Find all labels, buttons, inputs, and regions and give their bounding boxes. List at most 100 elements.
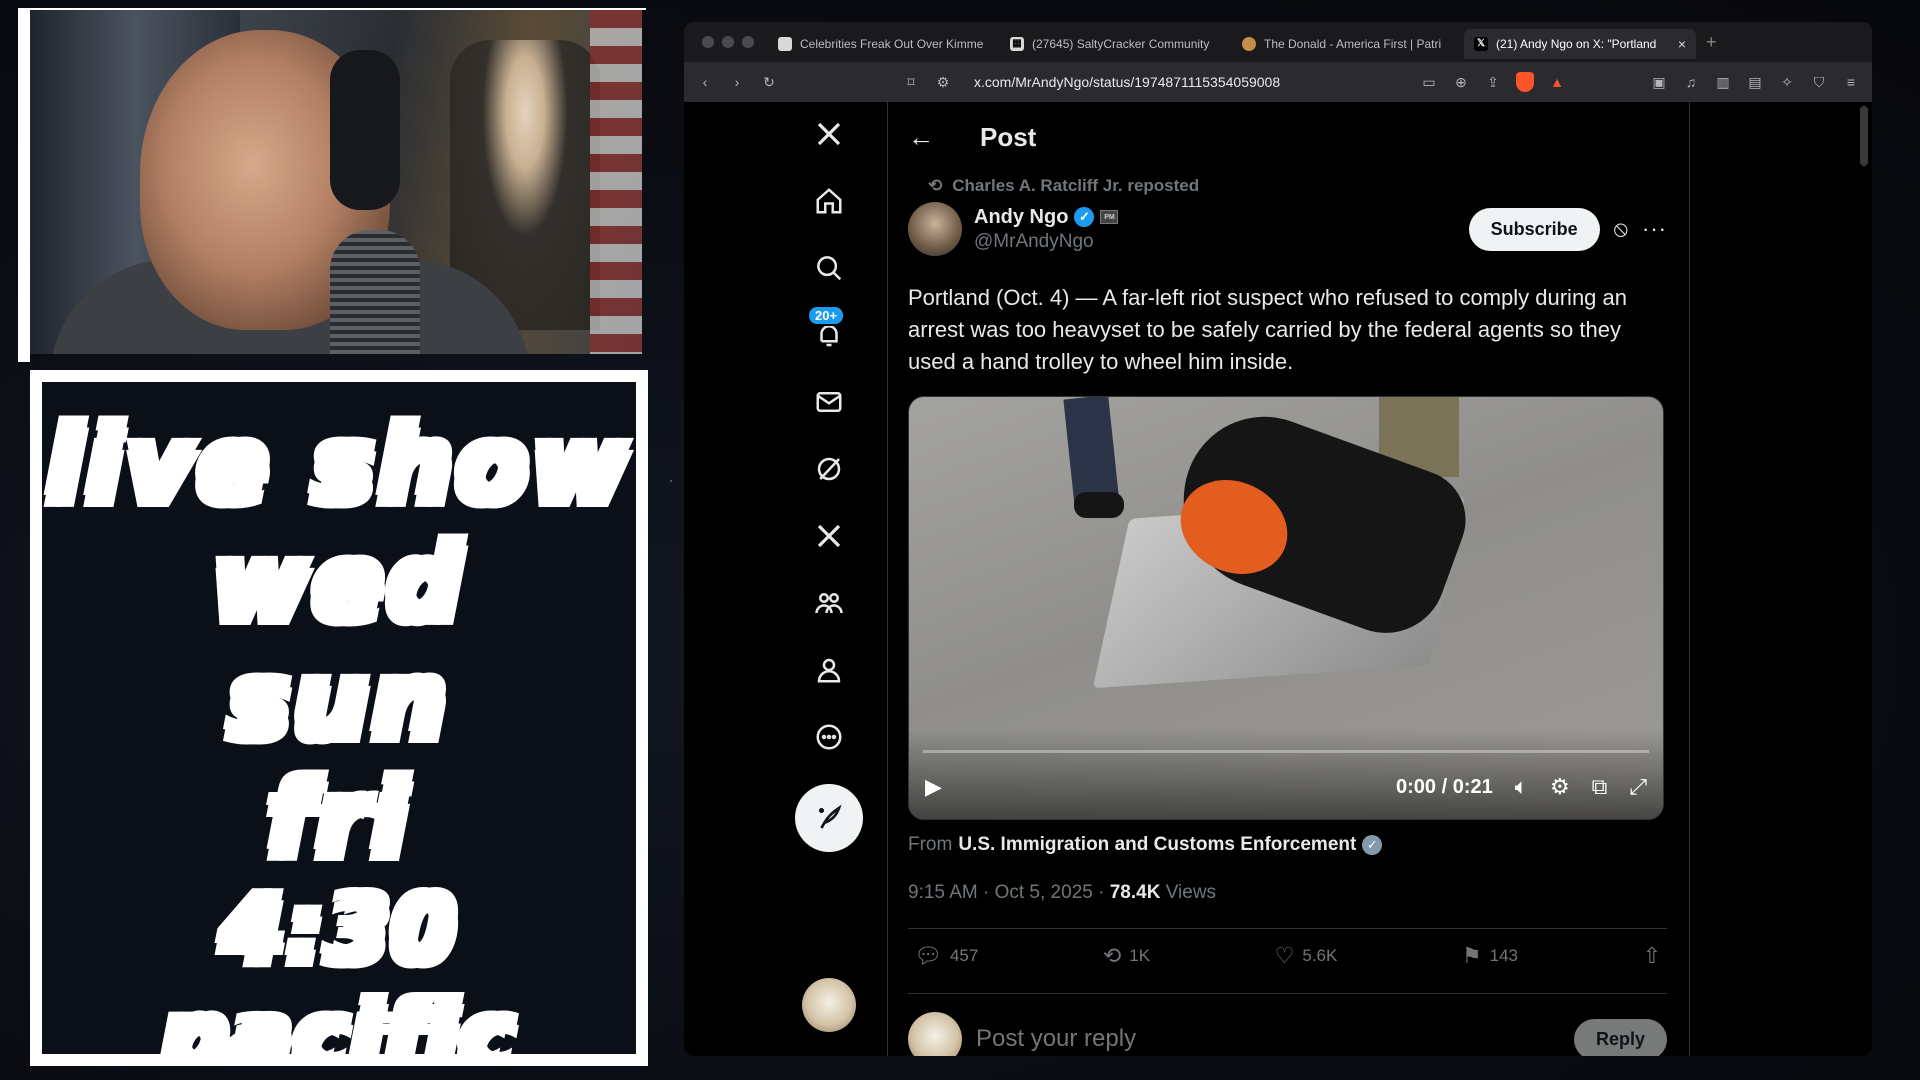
more-circle-icon[interactable] <box>803 711 855 763</box>
tab-saltycracker[interactable]: ▦ (27645) SaltyCracker Community <box>1000 29 1232 59</box>
video-source: From U.S. Immigration and Customs Enforc… <box>908 834 1667 856</box>
x-logo-icon[interactable] <box>803 108 855 160</box>
post-video[interactable]: ▶ 0:00 / 0:21 🔈︎ ⚙ ⧉ ⤢ <box>908 396 1664 820</box>
play-icon[interactable]: ▶ <box>925 774 942 800</box>
cast-icon[interactable]: ▭ <box>1420 73 1438 91</box>
new-tab-button[interactable]: + <box>1706 32 1717 53</box>
window-minimize-button[interactable] <box>722 36 734 48</box>
window-close-button[interactable] <box>702 36 714 48</box>
reply-input[interactable] <box>976 1025 1560 1053</box>
tab-andy-ngo[interactable]: 𝕏 (21) Andy Ngo on X: "Portland × <box>1464 29 1696 59</box>
schedule-line-title: live show <box>45 403 632 528</box>
repost-indicator[interactable]: ⟲ Charles A. Ratcliff Jr. reposted <box>928 176 1689 196</box>
bookmark-action[interactable]: ⚑ 143 <box>1462 943 1518 969</box>
affiliate-badge-icon: PM <box>1100 210 1119 224</box>
profile-icon[interactable] <box>803 644 855 696</box>
repost-icon: ⟲ <box>928 176 943 195</box>
share-icon[interactable]: ⇪ <box>1484 73 1502 91</box>
grid-favicon-icon: ▦ <box>1010 37 1024 51</box>
like-action[interactable]: ♡ 5.6K <box>1275 943 1338 969</box>
reposted-by-label: Charles A. Ratcliff Jr. reposted <box>952 176 1200 195</box>
subscribe-button[interactable]: Subscribe <box>1468 207 1600 251</box>
notifications-badge: 20+ <box>807 305 846 326</box>
notifications-bell-icon[interactable]: 20+ <box>803 305 855 361</box>
sidebar-toggle-icon[interactable]: ▣ <box>1650 73 1668 91</box>
background-star <box>670 480 672 482</box>
post-author: Andy Ngo ✓ PM @MrAndyNgo Subscribe ⦸ ··· <box>908 202 1667 256</box>
address-bar: ‹ › ↻ ⌑ ⚙ x.com/MrAndyNgo/status/1974871… <box>684 62 1872 102</box>
settings-gear-icon[interactable]: ⚙ <box>1550 774 1570 800</box>
divider <box>908 928 1667 929</box>
reply-action[interactable]: 💬︎ 457 <box>914 943 978 969</box>
share-action[interactable]: ⇧ <box>1643 943 1661 969</box>
tab-label: The Donald - America First | Patri <box>1264 37 1442 51</box>
wallet-icon[interactable]: ▤ <box>1746 73 1764 91</box>
tab-thedonald[interactable]: The Donald - America First | Patri <box>1232 29 1464 59</box>
account-avatar[interactable] <box>802 978 856 1032</box>
repost-action[interactable]: ⟲ 1K <box>1103 943 1150 969</box>
repost-arrows-icon: ⟲ <box>1102 943 1122 968</box>
premium-x-icon[interactable] <box>803 510 855 562</box>
from-prefix: From <box>908 834 953 855</box>
x-sidebar-nav: 20+ <box>784 102 874 1056</box>
headphones-icon <box>330 50 400 210</box>
grok-explain-icon[interactable]: ⦸ <box>1614 216 1628 242</box>
post-timestamp[interactable]: 9:15 AM · Oct 5, 2025 · <box>908 882 1110 903</box>
zoom-icon[interactable]: ⊕ <box>1452 73 1470 91</box>
post-meta: 9:15 AM · Oct 5, 2025 · 78.4K Views <box>908 882 1667 904</box>
tab-close-icon[interactable]: × <box>1678 36 1686 52</box>
more-options-icon[interactable]: ··· <box>1642 216 1667 242</box>
site-settings-icon[interactable]: ⚙ <box>934 73 952 91</box>
post-text: Portland (Oct. 4) — A far-left riot susp… <box>908 285 1627 374</box>
schedule-line-day3: fri <box>265 757 412 882</box>
reply-bubble-icon: 💬︎ <box>914 943 942 968</box>
music-icon[interactable]: ♫ <box>1682 73 1700 91</box>
brave-shields-icon[interactable] <box>1516 72 1534 92</box>
reply-composer: Reply <box>908 1012 1667 1056</box>
menu-icon[interactable]: ≡ <box>1842 73 1860 91</box>
messages-envelope-icon[interactable] <box>803 376 855 428</box>
schedule-line-day2: sun <box>227 639 450 764</box>
forward-icon[interactable]: › <box>728 73 746 91</box>
reply-count: 457 <box>949 946 979 965</box>
grok-icon[interactable] <box>803 443 855 495</box>
reply-button[interactable]: Reply <box>1573 1018 1667 1056</box>
views-label: Views <box>1160 882 1217 903</box>
author-avatar[interactable] <box>908 202 962 256</box>
tab-kimmel[interactable]: Celebrities Freak Out Over Kimme <box>768 29 1000 59</box>
fullscreen-icon[interactable]: ⤢ <box>1629 774 1647 800</box>
reader-icon[interactable]: ▥ <box>1714 73 1732 91</box>
search-icon[interactable] <box>803 242 855 294</box>
bookmark-icon[interactable]: ⌑ <box>902 73 920 91</box>
author-actions: Subscribe ⦸ ··· <box>1468 207 1667 251</box>
extensions-icon[interactable]: ✧ <box>1778 73 1796 91</box>
window-zoom-button[interactable] <box>742 36 754 48</box>
tab-label: (27645) SaltyCracker Community <box>1032 37 1210 51</box>
window-controls <box>684 36 768 48</box>
picture-in-picture-icon[interactable]: ⧉ <box>1592 774 1608 800</box>
volume-icon[interactable]: 🔈︎ <box>1515 774 1528 800</box>
communities-icon[interactable] <box>803 577 855 629</box>
url-input[interactable]: x.com/MrAndyNgo/status/19748711153540590… <box>974 74 1280 90</box>
post-header: ← Post <box>888 102 1689 172</box>
video-progress-bar[interactable] <box>923 750 1649 753</box>
author-handle[interactable]: @MrAndyNgo <box>974 231 1118 253</box>
from-source-link[interactable]: U.S. Immigration and Customs Enforcement <box>958 834 1356 856</box>
brave-rewards-icon[interactable]: ▲ <box>1548 73 1566 91</box>
stream-canvas: live show wed sun fri 4:30 pacific Celeb… <box>0 0 1920 1080</box>
tab-label: (21) Andy Ngo on X: "Portland <box>1496 37 1657 51</box>
page-scrollbar[interactable] <box>1860 106 1868 166</box>
vpn-icon[interactable]: ⛉ <box>1810 73 1828 91</box>
schedule-line-time: 4:30 pacific <box>160 875 517 1056</box>
home-icon[interactable] <box>803 175 855 227</box>
share-upload-icon: ⇧ <box>1642 943 1661 968</box>
post-column: ← Post ⟲ Charles A. Ratcliff Jr. reposte… <box>887 102 1690 1056</box>
compose-post-button[interactable] <box>795 784 863 852</box>
tab-bar: Celebrities Freak Out Over Kimme ▦ (2764… <box>684 22 1872 62</box>
back-icon[interactable]: ‹ <box>696 73 714 91</box>
heart-icon: ♡ <box>1274 943 1295 968</box>
reload-icon[interactable]: ↻ <box>760 73 778 91</box>
author-name[interactable]: Andy Ngo <box>974 206 1068 229</box>
tab-label: Celebrities Freak Out Over Kimme <box>800 37 984 51</box>
back-arrow-icon[interactable]: ← <box>908 122 934 153</box>
